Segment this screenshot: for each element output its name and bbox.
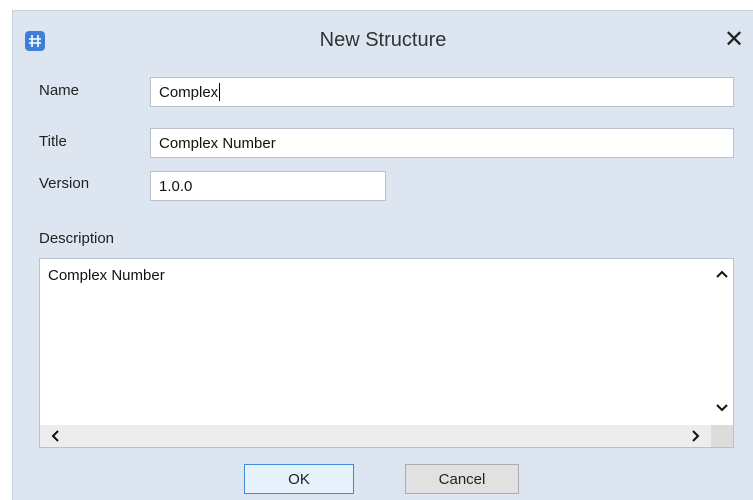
close-icon: ✕ — [723, 26, 745, 53]
name-value: Complex — [159, 83, 219, 101]
dialog-title: New Structure — [319, 29, 447, 51]
title-value: Complex Number — [159, 134, 276, 152]
description-value: Complex Number — [48, 267, 165, 284]
chevron-down-icon[interactable] — [711, 397, 733, 419]
scrollbar-corner — [711, 425, 733, 447]
title-bar: New Structure ✕ — [13, 11, 753, 67]
name-field[interactable]: Complex — [150, 77, 734, 107]
horizontal-scrollbar[interactable] — [40, 425, 711, 447]
new-structure-dialog: New Structure ✕ Name Complex Title Compl… — [12, 10, 753, 500]
version-value: 1.0.0 — [159, 177, 193, 195]
chevron-left-icon[interactable] — [44, 425, 66, 447]
version-label: Version — [39, 175, 90, 192]
chevron-up-icon[interactable] — [711, 263, 733, 285]
vertical-scrollbar[interactable] — [711, 259, 733, 425]
chevron-right-icon[interactable] — [685, 425, 707, 447]
version-field[interactable]: 1.0.0 — [150, 171, 386, 201]
close-button[interactable]: ✕ — [721, 25, 747, 55]
description-textarea[interactable]: Complex Number — [39, 258, 734, 448]
ok-button[interactable]: OK — [244, 464, 354, 494]
cancel-button[interactable]: Cancel — [405, 464, 519, 494]
name-label: Name — [39, 82, 80, 99]
title-field[interactable]: Complex Number — [150, 128, 734, 158]
text-caret — [219, 83, 221, 101]
description-label: Description — [39, 230, 115, 247]
title-label: Title — [39, 133, 67, 150]
